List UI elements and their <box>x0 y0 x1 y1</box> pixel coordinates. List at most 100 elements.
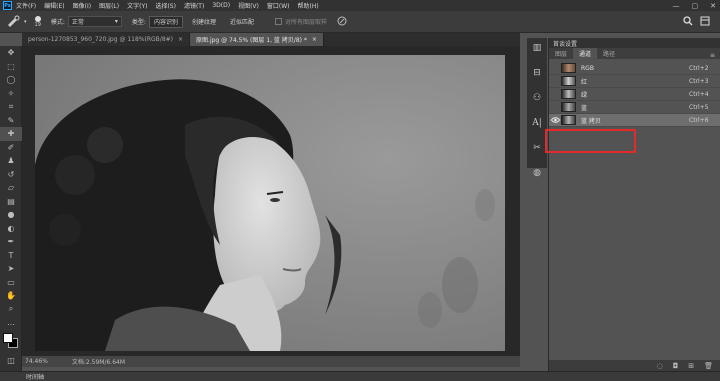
document-size[interactable]: 文档:2.59M/6.64M <box>72 357 125 366</box>
tab-channels[interactable]: 通道 <box>573 48 598 59</box>
type-content-aware[interactable]: 内容识别 <box>148 15 183 28</box>
timeline-bar: 时间轴 <box>0 371 720 381</box>
type-create-texture[interactable]: 创建纹理 <box>186 15 221 28</box>
properties-panel-icon[interactable]: ⊟ <box>527 63 547 83</box>
channel-thumbnail <box>561 76 576 86</box>
panel-menu-icon[interactable]: ≡ <box>710 52 715 59</box>
character-panel-icon[interactable]: A| <box>527 113 547 133</box>
chevron-down-icon: ▾ <box>114 18 118 25</box>
channel-shortcut: Ctrl+6 <box>689 116 709 124</box>
brush-tool-icon[interactable]: ✐ <box>0 141 22 155</box>
zoom-tool-icon[interactable]: ⌕ <box>0 303 22 317</box>
close-icon[interactable]: × <box>312 36 317 43</box>
menu-filter[interactable]: 滤镜(T) <box>184 1 204 10</box>
channel-row-green[interactable]: 绿 Ctrl+4 <box>549 88 720 101</box>
new-channel-icon[interactable]: ⊞ <box>688 362 694 370</box>
move-tool-icon[interactable]: ✥ <box>0 46 22 60</box>
close-icon[interactable]: × <box>178 36 183 43</box>
close-button[interactable]: ✕ <box>710 2 716 10</box>
document-image[interactable] <box>35 55 505 351</box>
hand-tool-icon[interactable]: ✋ <box>0 289 22 303</box>
blur-tool-icon[interactable]: ● <box>0 208 22 222</box>
history-brush-icon[interactable]: ↺ <box>0 168 22 182</box>
history-panel-icon[interactable]: ▥ <box>527 38 547 58</box>
menu-type[interactable]: 文字(Y) <box>127 1 147 10</box>
timeline-tab[interactable]: 时间轴 <box>26 372 44 381</box>
channel-row-red[interactable]: 红 Ctrl+3 <box>549 75 720 88</box>
color-swatches[interactable] <box>0 330 22 354</box>
tab-person-jpg[interactable]: person-1270853_960_720.jpg @ 118%(RGB/8#… <box>22 33 191 46</box>
channels-panel: 首谈设置 图层 通道 路径 ≡ RGB Ctrl+2 红 Ctrl+3 绿 Ct… <box>548 38 720 371</box>
visibility-toggle[interactable] <box>549 62 561 75</box>
spot-healing-brush-icon[interactable] <box>6 15 20 29</box>
tab-paths[interactable]: 路径 <box>597 48 621 59</box>
crop-tool-icon[interactable]: ⌗ <box>0 100 22 114</box>
sample-all-layers-checkbox[interactable] <box>275 18 282 25</box>
path-selection-icon[interactable]: ➤ <box>0 262 22 276</box>
tool-preset-dropdown-icon[interactable]: ▾ <box>24 19 27 25</box>
type-tool-icon[interactable]: T <box>0 249 22 263</box>
type-proximity-match[interactable]: 近似匹配 <box>224 15 259 28</box>
pen-tool-icon[interactable]: ✒ <box>0 235 22 249</box>
mode-value: 正常 <box>71 19 84 26</box>
highlight-annotation <box>545 129 636 153</box>
eye-icon[interactable] <box>549 114 561 127</box>
dotted-circle-icon[interactable]: ◌ <box>657 362 663 370</box>
trash-icon[interactable]: 🗑 <box>704 362 713 370</box>
tab-paths-label: 路径 <box>603 51 616 58</box>
panel-tabs: 图层 通道 路径 ≡ <box>549 48 720 59</box>
adjustments-panel-icon[interactable]: ⚇ <box>527 88 547 108</box>
gradient-tool-icon[interactable]: ▤ <box>0 195 22 209</box>
tool-presets-icon[interactable]: ✂ <box>527 138 547 158</box>
swatches-panel-icon[interactable]: ◍ <box>527 163 547 183</box>
menu-help[interactable]: 帮助(H) <box>298 1 319 10</box>
channel-shortcut: Ctrl+3 <box>689 77 709 85</box>
workspace-icon[interactable] <box>700 16 710 28</box>
tab-layers[interactable]: 图层 <box>549 48 573 59</box>
lasso-tool-icon[interactable]: ◯ <box>0 73 22 87</box>
visibility-toggle[interactable] <box>549 101 561 114</box>
channel-shortcut: Ctrl+2 <box>689 64 709 72</box>
search-icon[interactable] <box>683 16 693 28</box>
eyedropper-icon[interactable]: ✎ <box>0 114 22 128</box>
pressure-size-icon[interactable] <box>337 16 347 28</box>
eraser-icon[interactable]: ▱ <box>0 181 22 195</box>
menu-window[interactable]: 窗口(W) <box>267 1 290 10</box>
more-tools-icon[interactable]: … <box>0 316 22 330</box>
brush-picker[interactable]: 19 <box>35 15 41 28</box>
channel-row-blue[interactable]: 蓝 Ctrl+5 <box>549 101 720 114</box>
menu-edit[interactable]: 编辑(E) <box>44 1 64 10</box>
rectangle-tool-icon[interactable]: ▭ <box>0 276 22 290</box>
channel-row-blue-copy[interactable]: 蓝 拷贝 Ctrl+6 <box>549 114 720 127</box>
quick-mask-icon[interactable]: ◫ <box>0 354 22 368</box>
menu-3d[interactable]: 3D(D) <box>212 2 230 9</box>
magic-wand-icon[interactable]: ✧ <box>0 87 22 101</box>
channel-shortcut: Ctrl+4 <box>689 90 709 98</box>
dodge-tool-icon[interactable]: ◐ <box>0 222 22 236</box>
status-bar: 74.46% 文档:2.59M/6.64M <box>22 356 520 367</box>
channel-row-rgb[interactable]: RGB Ctrl+2 <box>549 62 720 75</box>
healing-brush-icon[interactable]: ✚ <box>0 127 22 141</box>
channel-thumbnail <box>561 102 576 112</box>
sample-all-layers-label: 对所有图层取样 <box>285 19 328 26</box>
foreground-color-swatch[interactable] <box>3 332 13 343</box>
zoom-level[interactable]: 74.46% <box>25 358 48 365</box>
panel-header-label: 首谈设置 <box>553 40 578 48</box>
menu-layer[interactable]: 图层(L) <box>99 1 119 10</box>
clone-stamp-icon[interactable]: ♟ <box>0 154 22 168</box>
tab-original-jpg[interactable]: 原图.jpg @ 74.5% (图层 1, 蓝 拷贝/8) * × <box>190 33 324 46</box>
menu-image[interactable]: 图像(I) <box>73 1 91 10</box>
visibility-toggle[interactable] <box>549 88 561 101</box>
mode-dropdown[interactable]: 正常 ▾ <box>67 16 122 27</box>
document-tabs: person-1270853_960_720.jpg @ 118%(RGB/8#… <box>22 33 520 46</box>
minimize-button[interactable]: — <box>673 2 680 10</box>
menu-file[interactable]: 文件(F) <box>16 1 36 10</box>
menu-select[interactable]: 选择(S) <box>155 1 176 10</box>
channel-thumbnail <box>561 115 576 125</box>
tab-original-label: 原图.jpg @ 74.5% (图层 1, 蓝 拷贝/8) * <box>196 37 307 44</box>
visibility-toggle[interactable] <box>549 75 561 88</box>
maximize-button[interactable]: ▢ <box>692 2 699 10</box>
channel-mask-icon[interactable]: ◘ <box>673 362 679 370</box>
marquee-tool-icon[interactable]: ⬚ <box>0 60 22 74</box>
menu-view[interactable]: 视图(V) <box>238 1 259 10</box>
